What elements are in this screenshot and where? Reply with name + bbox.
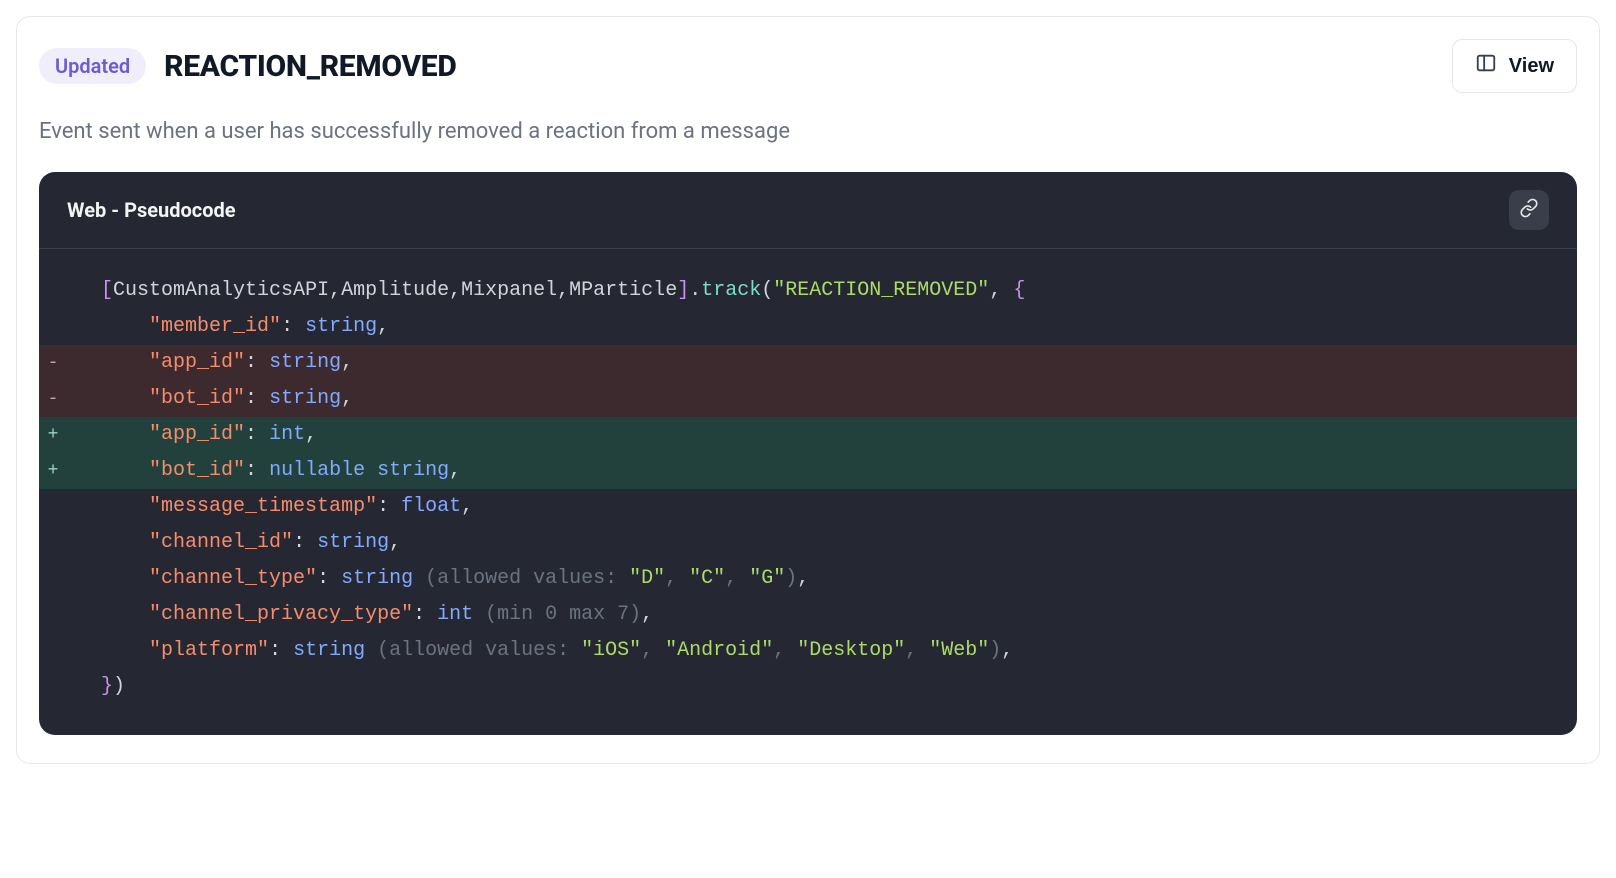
code-line: "member_id": string, (39, 309, 1577, 345)
code-content: "channel_privacy_type": int (min 0 max 7… (91, 597, 653, 633)
code-content: "channel_id": string, (91, 525, 401, 561)
code-line: + "app_id": int, (39, 417, 1577, 453)
code-line: + "bot_id": nullable string, (39, 453, 1577, 489)
code-line: "platform": string (allowed values: "iOS… (39, 633, 1577, 669)
code-content: }) (91, 669, 125, 705)
diff-gutter: - (39, 347, 67, 379)
diff-gutter (39, 275, 67, 307)
diff-gutter: - (39, 383, 67, 415)
code-content: "app_id": int, (91, 417, 317, 453)
code-line: - "bot_id": string, (39, 381, 1577, 417)
view-button[interactable]: View (1452, 39, 1577, 93)
code-line: [CustomAnalyticsAPI,Amplitude,Mixpanel,M… (39, 273, 1577, 309)
code-line: - "app_id": string, (39, 345, 1577, 381)
diff-gutter (39, 671, 67, 703)
updated-badge: Updated (39, 48, 146, 84)
code-body: [CustomAnalyticsAPI,Amplitude,Mixpanel,M… (39, 249, 1577, 735)
code-line: "channel_privacy_type": int (min 0 max 7… (39, 597, 1577, 633)
diff-gutter: + (39, 419, 67, 451)
link-icon (1519, 198, 1539, 222)
code-panel: Web - Pseudocode [CustomAnalyticsAPI,Amp… (39, 172, 1577, 735)
event-card: Updated REACTION_REMOVED View Event sent… (16, 16, 1600, 764)
code-content: "bot_id": string, (91, 381, 353, 417)
code-content: "platform": string (allowed values: "iOS… (91, 633, 1013, 669)
code-content: "message_timestamp": float, (91, 489, 473, 525)
code-line: "channel_id": string, (39, 525, 1577, 561)
diff-gutter (39, 491, 67, 523)
diff-gutter (39, 527, 67, 559)
diff-gutter: + (39, 455, 67, 487)
diff-gutter (39, 599, 67, 631)
code-content: [CustomAnalyticsAPI,Amplitude,Mixpanel,M… (91, 273, 1025, 309)
diff-gutter (39, 563, 67, 595)
code-header-title: Web - Pseudocode (67, 198, 236, 222)
event-title: REACTION_REMOVED (164, 49, 456, 84)
code-content: "member_id": string, (91, 309, 389, 345)
code-content: "bot_id": nullable string, (91, 453, 461, 489)
card-header: Updated REACTION_REMOVED View (39, 39, 1577, 93)
code-content: "channel_type": string (allowed values: … (91, 561, 809, 597)
code-line: "channel_type": string (allowed values: … (39, 561, 1577, 597)
diff-gutter (39, 311, 67, 343)
copy-link-button[interactable] (1509, 190, 1549, 230)
code-content: "app_id": string, (91, 345, 353, 381)
code-line: "message_timestamp": float, (39, 489, 1577, 525)
diff-gutter (39, 635, 67, 667)
code-header: Web - Pseudocode (39, 172, 1577, 249)
panel-icon (1475, 52, 1497, 80)
code-line: }) (39, 669, 1577, 705)
event-description: Event sent when a user has successfully … (39, 119, 1577, 144)
view-button-label: View (1509, 55, 1554, 78)
